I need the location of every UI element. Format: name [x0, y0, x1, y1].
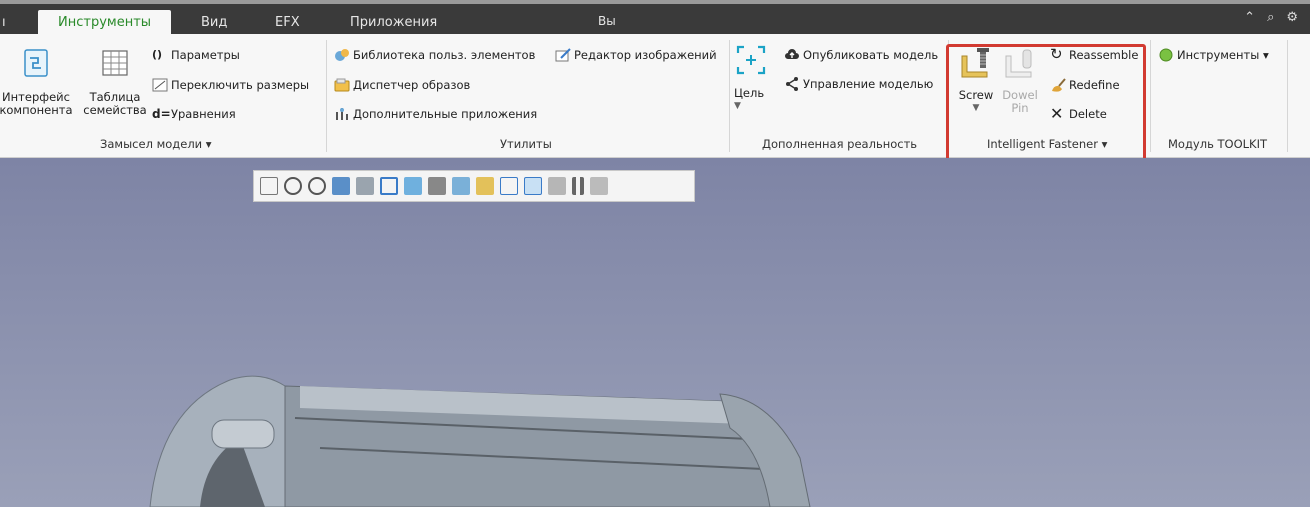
publish-model-button[interactable]: Опубликовать модель [784, 47, 938, 63]
switch-dimensions-icon [152, 78, 168, 92]
zoom-in-icon[interactable] [284, 177, 302, 195]
family-table-icon [102, 50, 128, 76]
component-interface-icon [24, 49, 48, 77]
spin-center-icon[interactable] [524, 177, 542, 195]
status-indicator-icon [1159, 48, 1173, 62]
udf-library-button[interactable]: Библиотека польз. элементов [334, 47, 535, 63]
divider [1150, 40, 1151, 152]
ar-target-label: Цель [734, 86, 765, 100]
zoom-out-icon[interactable] [308, 177, 326, 195]
view-mini-toolbar [253, 170, 695, 202]
aux-applications-label: Дополнительные приложения [353, 107, 538, 121]
motor-model-render [149, 375, 811, 507]
cloud-upload-icon [785, 49, 799, 59]
annotation-display-icon[interactable] [500, 177, 518, 195]
toolkit-tools-button[interactable]: Инструменты ▾ [1158, 47, 1269, 63]
relations-icon: d= [152, 107, 171, 121]
repaint-icon[interactable] [332, 177, 350, 195]
graphics-viewport[interactable] [0, 158, 1310, 507]
divider [1287, 40, 1288, 152]
manage-model-button[interactable]: Управление моделью [784, 76, 933, 92]
appearance-icon[interactable] [548, 177, 566, 195]
component-interface-label: Интерфейс компонента [0, 90, 73, 117]
chevron-down-icon[interactable]: ▼ [734, 100, 768, 113]
image-editor-icon [555, 48, 571, 62]
aux-applications-icon [336, 108, 348, 120]
appearance-manager-icon [334, 78, 350, 92]
datum-display-icon[interactable] [476, 177, 494, 195]
relations-label: Уравнения [171, 107, 236, 121]
appearance-manager-label: Диспетчер образов [353, 78, 471, 92]
reorient-icon[interactable] [356, 177, 374, 195]
share-icon [786, 77, 798, 91]
manage-model-label: Управление моделью [803, 77, 934, 91]
parameters-button[interactable]: () Параметры [152, 47, 240, 63]
pause-icon[interactable] [572, 177, 584, 195]
next-view-icon[interactable] [590, 177, 608, 195]
parameters-label: Параметры [171, 48, 240, 62]
image-editor-label: Редактор изображений [574, 48, 717, 62]
publish-model-label: Опубликовать модель [803, 48, 939, 62]
perspective-icon[interactable] [452, 177, 470, 195]
settings-icon[interactable]: ⚙ [1286, 10, 1310, 25]
image-editor-button[interactable]: Редактор изображений [555, 47, 717, 63]
saved-orientations-icon[interactable] [380, 177, 398, 195]
relations-button[interactable]: d= Уравнения [152, 106, 236, 122]
toolkit-group-label: Модуль TOOLKIT [1168, 137, 1267, 151]
collapse-ribbon-icon[interactable]: ⌃ [1244, 10, 1267, 25]
ribbon-tab-bar: ı Инструменты Вид EFX Приложения Вы ⌃⌕⚙ [0, 0, 1310, 38]
divider [729, 40, 730, 152]
appearance-manager-button[interactable]: Диспетчер образов [334, 77, 470, 93]
aux-applications-button[interactable]: Дополнительные приложения [334, 106, 537, 122]
display-style-icon[interactable] [404, 177, 422, 195]
family-table-button[interactable]: Таблица семейства [80, 48, 150, 117]
user-label: Вы [598, 14, 616, 28]
refit-icon[interactable] [260, 177, 278, 195]
switch-dimensions-button[interactable]: Переключить размеры [152, 77, 309, 93]
ar-group-label: Дополненная реальность [762, 137, 918, 151]
parameters-icon: () [152, 48, 163, 61]
view-manager-icon[interactable] [428, 177, 446, 195]
highlight-box [946, 44, 1146, 162]
ribbon-window-controls[interactable]: ⌃⌕⚙ [1244, 10, 1310, 25]
family-table-label: Таблица семейства [83, 90, 147, 117]
toolkit-tools-label: Инструменты ▾ [1177, 48, 1269, 62]
model-intent-group-label[interactable]: Замысел модели ▾ [100, 137, 212, 151]
utilities-group-label: Утилиты [500, 137, 552, 151]
divider [326, 40, 327, 152]
udf-library-label: Библиотека польз. элементов [353, 48, 536, 62]
component-interface-button[interactable]: Интерфейс компонента [0, 48, 78, 117]
ar-target-icon [736, 45, 766, 75]
udf-library-icon [335, 49, 349, 61]
switch-dimensions-label: Переключить размеры [171, 78, 310, 92]
ar-target-button[interactable]: Цель ▼ [734, 44, 768, 113]
search-icon[interactable]: ⌕ [1267, 10, 1286, 25]
